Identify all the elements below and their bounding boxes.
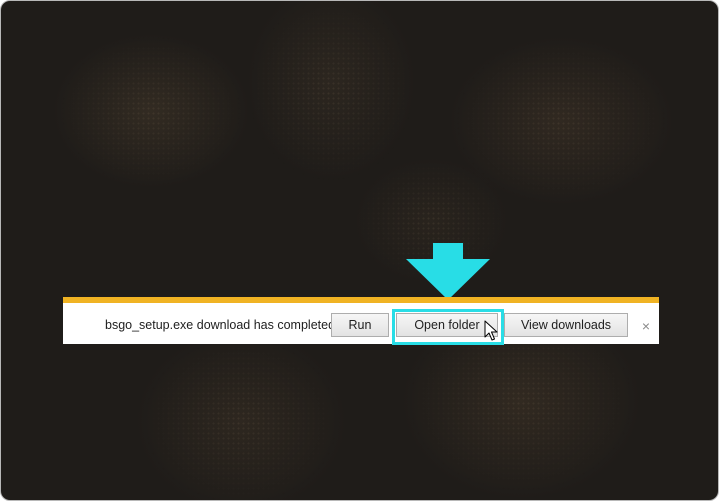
mouse-pointer-icon: [484, 320, 498, 341]
background-texture: [1, 1, 718, 500]
close-icon[interactable]: ×: [640, 319, 652, 333]
open-folder-button[interactable]: Open folder: [396, 313, 498, 337]
desktop-background: bsgo_setup.exe download has completed. R…: [0, 0, 719, 501]
download-notification-bar: bsgo_setup.exe download has completed. R…: [63, 297, 659, 345]
run-button[interactable]: Run: [331, 313, 389, 337]
down-arrow-icon: [406, 243, 490, 300]
view-downloads-button[interactable]: View downloads: [504, 313, 628, 337]
download-complete-message: bsgo_setup.exe download has completed.: [105, 318, 339, 332]
